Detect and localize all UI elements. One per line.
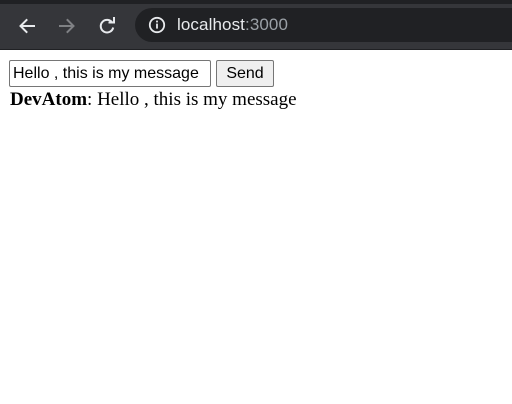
message-text: Hello , this is my message — [97, 89, 297, 110]
info-icon[interactable] — [148, 16, 166, 34]
url-text[interactable]: localhost:3000 — [177, 15, 288, 35]
url-host: localhost — [177, 15, 245, 34]
chat-message: DevAtom: Hello , this is my message — [10, 89, 297, 111]
reload-icon[interactable] — [93, 12, 121, 40]
browser-toolbar: localhost:3000 — [0, 0, 512, 50]
message-author: DevAtom — [10, 89, 88, 110]
page-content: Send DevAtom: Hello , this is my message — [0, 50, 512, 404]
back-arrow-icon[interactable] — [13, 12, 41, 40]
message-input[interactable] — [9, 60, 211, 87]
tab-strip — [0, 0, 512, 4]
url-port: :3000 — [245, 15, 289, 34]
send-button[interactable]: Send — [216, 60, 274, 87]
address-bar[interactable]: localhost:3000 — [135, 8, 512, 42]
forward-arrow-icon[interactable] — [53, 12, 81, 40]
message-separator: : — [87, 89, 98, 110]
